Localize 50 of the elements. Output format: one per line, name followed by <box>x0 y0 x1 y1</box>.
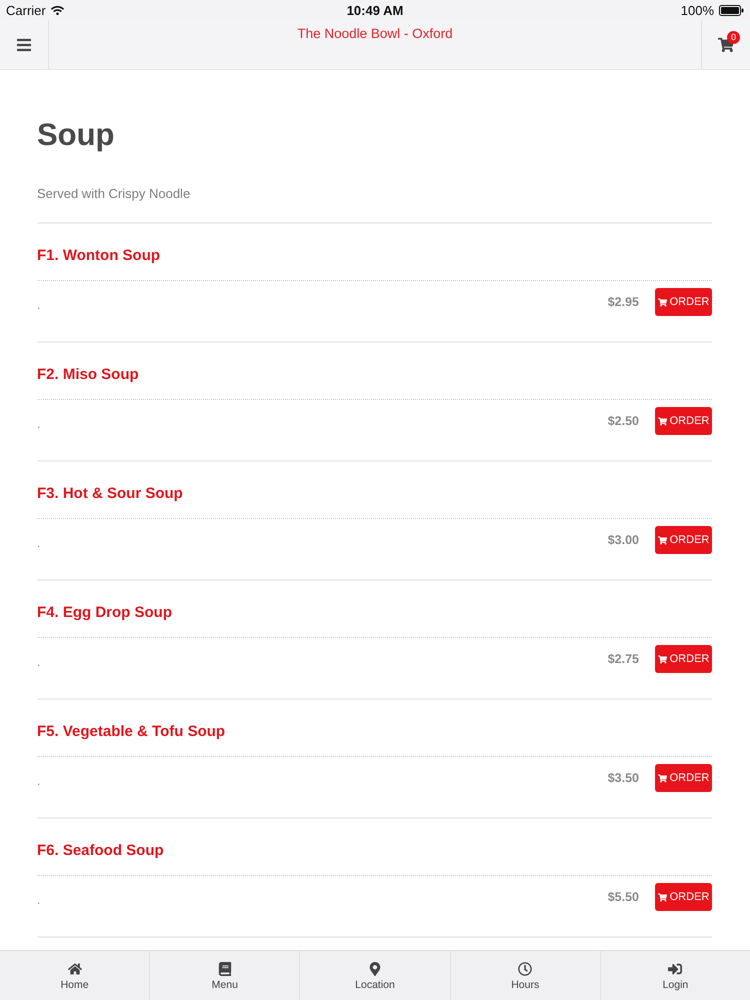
cart-icon <box>658 416 667 426</box>
item-price: $2.50 <box>608 414 639 428</box>
home-icon <box>68 962 82 976</box>
section-title: Soup <box>37 117 116 153</box>
item-description: . <box>37 892 42 907</box>
item-name: F3. Hot & Sour Soup <box>37 485 183 503</box>
wifi-icon <box>50 4 64 16</box>
section-subtitle: Served with Crispy Noodle <box>37 186 712 224</box>
tab-bar-item[interactable]: Location <box>299 951 450 1000</box>
tab-bar-item[interactable]: Home <box>0 951 150 1000</box>
item-price: $3.50 <box>608 771 639 785</box>
battery-percent: 100% <box>680 2 714 18</box>
order-button[interactable]: ORDER <box>655 526 712 554</box>
item-price: $2.95 <box>608 295 639 309</box>
item-price: $5.50 <box>608 890 639 904</box>
item-description: . <box>37 297 42 312</box>
cart-count-badge: 0 <box>727 31 740 44</box>
item-name: F2. Miso Soup <box>37 366 139 384</box>
status-time: 10:49 AM <box>346 2 404 18</box>
item-name: F4. Egg Drop Soup <box>37 604 172 622</box>
order-button[interactable]: ORDER <box>655 883 712 911</box>
carrier-label: Carrier <box>6 2 46 18</box>
item-description: . <box>37 654 42 669</box>
tab-bar-item[interactable]: Login <box>600 951 750 1000</box>
item-price: $3.00 <box>608 533 639 547</box>
cart-icon <box>658 774 667 782</box>
order-button[interactable]: ORDER <box>655 645 712 673</box>
tab-bar-item[interactable]: Menu <box>149 951 300 1000</box>
item-name: F6. Seafood Soup <box>37 842 164 860</box>
battery-icon <box>719 4 744 16</box>
cart-icon <box>658 298 667 306</box>
item-description: . <box>37 416 42 431</box>
menu-icon <box>16 36 32 52</box>
cart-icon <box>658 654 667 664</box>
book-icon <box>218 962 232 976</box>
order-button[interactable]: ORDER <box>655 288 712 316</box>
item-price: $2.75 <box>608 652 639 666</box>
cart-icon <box>658 536 667 544</box>
order-button[interactable]: ORDER <box>655 764 712 792</box>
clock-icon <box>518 962 532 976</box>
cart-icon <box>658 892 667 902</box>
login-icon <box>668 962 682 976</box>
tab-bar-item[interactable]: Hours <box>450 951 600 1000</box>
item-name: F1. Wonton Soup <box>37 247 160 265</box>
item-description: . <box>37 535 42 550</box>
map-pin-icon <box>368 962 382 976</box>
item-name: F5. Vegetable & Tofu Soup <box>37 723 226 741</box>
item-description: . <box>37 773 42 788</box>
order-button[interactable]: ORDER <box>655 407 712 435</box>
restaurant-title: The Noodle Bowl - Oxford <box>297 26 453 42</box>
